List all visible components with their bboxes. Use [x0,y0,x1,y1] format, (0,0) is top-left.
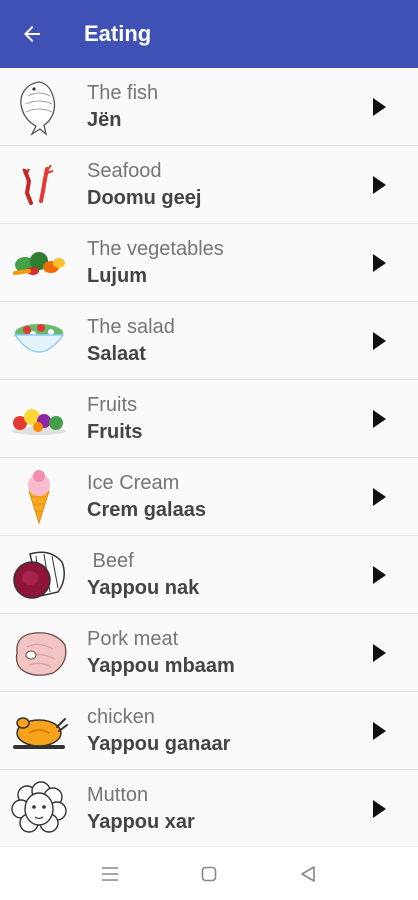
system-back-button[interactable] [288,854,328,894]
vegetables-icon [9,233,69,293]
list-item-fish[interactable]: The fish Jën [0,68,418,146]
play-icon[interactable] [373,644,386,662]
item-english-name: Fruits [87,393,137,416]
list-item-salad[interactable]: The salad Salaat [0,302,418,380]
list-item-chicken[interactable]: chicken Yappou ganaar [0,692,418,770]
list-item-ice-cream[interactable]: Ice Cream Crem galaas [0,458,418,536]
play-icon[interactable] [373,410,386,428]
salad-bowl-icon [9,311,69,371]
item-wolof-name: Yappou nak [87,576,200,599]
fruits-icon [9,389,69,449]
item-wolof-name: Salaat [87,342,146,365]
item-english-name: Ice Cream [87,471,180,494]
system-nav-bar [0,846,418,900]
crayfish-icon [9,155,69,215]
list-item-pork[interactable]: Pork meat Yappou mbaam [0,614,418,692]
sheep-icon [9,779,69,839]
item-english-name: The fish [87,81,159,104]
beef-icon [9,545,69,605]
back-triangle-icon [301,865,316,882]
home-square-icon [201,866,217,881]
play-icon[interactable] [373,566,386,584]
item-english-name: The salad [87,315,175,338]
back-button[interactable] [0,0,64,68]
menu-button[interactable] [90,854,130,894]
play-icon[interactable] [373,332,386,350]
list-item-mutton[interactable]: Mutton Yappou xar [0,770,418,848]
page-title: Eating [84,21,152,46]
item-english-name: Mutton [87,783,149,806]
play-icon[interactable] [373,488,386,506]
arrow-left-icon [24,26,40,42]
item-english-name: Beef [87,549,134,572]
pork-icon [9,623,69,683]
item-wolof-name: Yappou mbaam [87,654,235,677]
list-item-beef[interactable]: Beef Yappou nak [0,536,418,614]
item-english-name: Pork meat [87,627,179,650]
list-item-seafood[interactable]: Seafood Doomu geej [0,146,418,224]
item-wolof-name: Yappou xar [87,810,195,833]
play-icon[interactable] [373,254,386,272]
item-wolof-name: Jën [87,108,122,131]
play-icon[interactable] [373,98,386,116]
play-icon[interactable] [373,176,386,194]
play-icon[interactable] [373,722,386,740]
item-wolof-name: Doomu geej [87,186,202,209]
item-wolof-name: Crem galaas [87,498,206,521]
app-bar: Eating [0,0,418,68]
item-wolof-name: Yappou ganaar [87,732,231,755]
list-item-fruits[interactable]: Fruits Fruits [0,380,418,458]
item-english-name: chicken [87,705,155,728]
food-list: The fish Jën Seafood Doomu geej The vege… [0,68,418,848]
ice-cream-icon [9,467,69,527]
home-button[interactable] [189,854,229,894]
item-english-name: Seafood [87,159,162,182]
play-icon[interactable] [373,800,386,818]
list-item-vegetables[interactable]: The vegetables Lujum [0,224,418,302]
item-wolof-name: Fruits [87,420,143,443]
item-english-name: The vegetables [87,237,224,260]
roast-chicken-icon [9,701,69,761]
fish-icon [9,77,69,137]
menu-icon [101,866,118,881]
item-wolof-name: Lujum [87,264,147,287]
